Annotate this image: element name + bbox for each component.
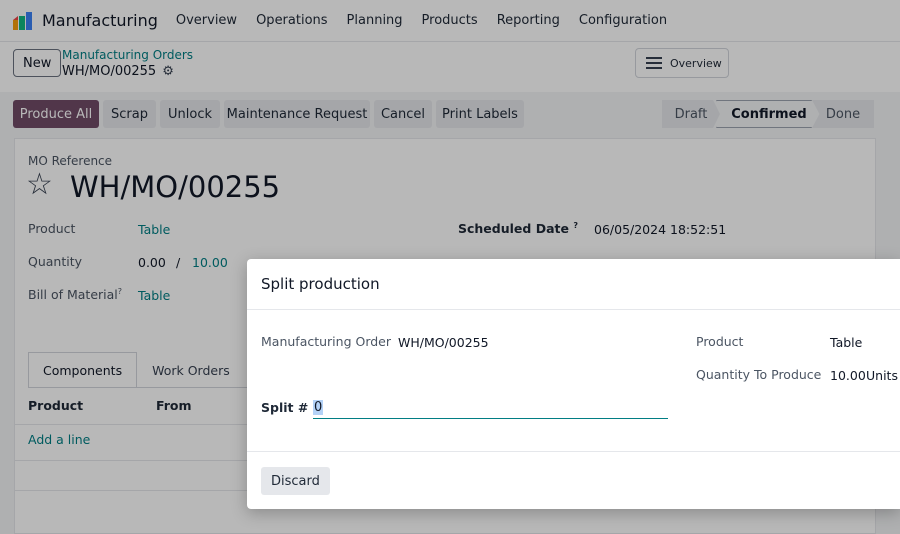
dialog-title: Split production — [261, 275, 380, 293]
manufacturing-order-label: Manufacturing Order — [261, 334, 392, 349]
quantity-to-produce-label: Quantity To Produce — [696, 367, 822, 382]
manufacturing-order-value[interactable]: WH/MO/00255 — [398, 335, 489, 350]
discard-button[interactable]: Discard — [261, 467, 330, 495]
quantity-to-produce-unit[interactable]: Units — [866, 368, 898, 383]
split-number-input[interactable] — [313, 397, 668, 419]
split-number-label: Split # — [261, 400, 309, 415]
split-production-dialog: Split production Manufacturing Order WH/… — [247, 259, 900, 509]
dialog-header: Split production — [247, 259, 900, 310]
split-number-input-value: 0 — [313, 400, 324, 415]
dialog-product-value[interactable]: Table — [830, 335, 862, 350]
dialog-product-label: Product — [696, 334, 744, 349]
dialog-footer: Discard — [247, 451, 900, 509]
quantity-to-produce-value: 10.00 — [830, 368, 866, 383]
